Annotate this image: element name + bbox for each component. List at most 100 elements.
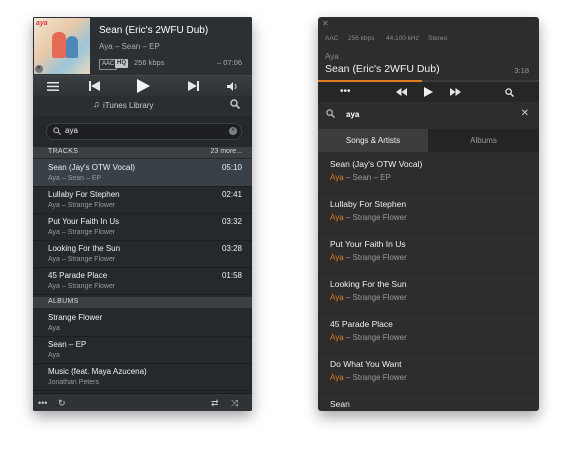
close-icon[interactable]: × (35, 65, 43, 73)
search-input[interactable]: aya ✕ (318, 105, 539, 125)
clear-icon[interactable]: × (229, 127, 237, 135)
result-subtitle: Aya – Strange Flower (330, 253, 407, 262)
bitrate-label: 256 kbps (134, 58, 165, 67)
transport-controls (33, 75, 252, 97)
more-icon[interactable]: ••• (340, 82, 351, 102)
more-icon[interactable]: ••• (38, 394, 47, 411)
result-subtitle: Aya – Strange Flower (330, 293, 407, 302)
now-playing-title: Sean (Eric's 2WFU Dub) (99, 25, 209, 36)
result-album: Strange Flower (352, 253, 407, 262)
album-artist: Jonathan Peters (48, 379, 99, 386)
next-icon[interactable] (185, 76, 201, 96)
search-icon (326, 109, 336, 120)
result-album: Strange Flower (352, 213, 407, 222)
transport-controls: ••• (318, 82, 539, 102)
result-row[interactable]: Sean (318, 393, 539, 411)
result-album: Strange Flower (352, 333, 407, 342)
now-playing-artist: Aya (325, 52, 339, 61)
play-icon[interactable] (424, 82, 433, 102)
elapsed-time: 3:18 (514, 66, 529, 75)
track-duration: 01:58 (221, 271, 242, 280)
track-duration: 03:32 (221, 217, 242, 226)
meta-samplerate: 44.100 kHz (386, 35, 419, 42)
result-title: Sean (Jay's OTW Vocal) (330, 159, 423, 169)
result-row[interactable]: Sean (Jay's OTW Vocal) Aya – Sean – EP (318, 153, 539, 194)
search-icon[interactable] (505, 82, 515, 102)
albums-header: ALBUMS (48, 298, 79, 305)
track-row[interactable]: Put Your Faith In Us Aya – Strange Flower… (33, 213, 252, 241)
tab-albums[interactable]: Albums (428, 129, 539, 152)
result-title: Lullaby For Stephen (330, 199, 407, 209)
album-art-figure (52, 32, 66, 58)
result-artist: Aya (330, 293, 344, 302)
menu-icon[interactable] (45, 76, 61, 96)
result-title: Looking For the Sun (330, 279, 407, 289)
album-row[interactable]: Music (feat. Maya Azucena) Jonathan Peter… (33, 363, 252, 391)
track-duration: 05:10 (221, 163, 242, 172)
result-row[interactable]: Put Your Faith In Us Aya – Strange Flower (318, 233, 539, 274)
result-title: 45 Parade Place (330, 319, 393, 329)
search-icon[interactable] (230, 99, 241, 112)
fast-forward-icon[interactable] (450, 82, 461, 102)
album-art[interactable]: aya × (34, 18, 90, 74)
track-row[interactable]: Lullaby For Stephen Aya – Strange Flower 0… (33, 186, 252, 214)
result-row[interactable]: Looking For the Sun Aya – Strange Flower (318, 273, 539, 314)
rewind-icon[interactable] (396, 82, 407, 102)
result-artist: Aya (330, 253, 344, 262)
result-subtitle: Aya – Strange Flower (330, 333, 407, 342)
result-subtitle: Aya – Strange Flower (330, 213, 407, 222)
now-playing-header: aya × Sean (Eric's 2WFU Dub) Aya – Sean … (33, 17, 252, 75)
track-title: Lullaby For Stephen (48, 190, 120, 199)
album-art-text: aya (36, 20, 48, 27)
result-tabs: Songs & Artists Albums (318, 129, 539, 152)
clear-icon[interactable]: ✕ (521, 108, 529, 119)
result-separator: – (343, 373, 353, 382)
track-row[interactable]: Sean (Jay's OTW Vocal) Aya – Sean – EP 05:… (33, 159, 252, 187)
music-note-icon: ♫ (93, 99, 100, 109)
previous-icon[interactable] (86, 76, 102, 96)
bottom-toolbar: ••• ↻ ⇄ ⤨ (33, 393, 252, 411)
result-row[interactable]: 45 Parade Place Aya – Strange Flower (318, 313, 539, 354)
volume-icon[interactable] (224, 76, 240, 96)
search-icon (53, 125, 62, 137)
search-input[interactable]: aya × (46, 123, 242, 140)
album-art-figure (66, 36, 78, 58)
result-album: Strange Flower (352, 373, 407, 382)
shuffle-icon[interactable]: ⤨ (231, 394, 238, 411)
tracks-more-link[interactable]: 23 more... (210, 148, 242, 155)
library-selector[interactable]: ♫ iTunes Library (33, 96, 252, 116)
track-duration: 03:28 (221, 244, 242, 253)
quality-badge: HQ (115, 59, 128, 68)
album-row[interactable]: Strange Flower Aya (33, 309, 252, 337)
result-row[interactable]: Do What You Want Aya – Strange Flower (318, 353, 539, 394)
track-subtitle: Aya – Strange Flower (48, 256, 116, 263)
track-row[interactable]: Looking For the Sun Aya – Strange Flower 0… (33, 240, 252, 268)
search-value: aya (346, 110, 360, 119)
album-artist: Aya (48, 352, 60, 359)
tracks-section-header: TRACKS 23 more... (33, 147, 252, 158)
library-label: iTunes Library (103, 101, 154, 110)
repeat-icon[interactable]: ⇄ (211, 394, 219, 411)
remaining-time: – 07:06 (216, 58, 242, 67)
albums-section-header: ALBUMS (33, 297, 252, 308)
track-duration: 02:41 (221, 190, 242, 199)
search-value: aya (65, 126, 78, 135)
play-icon[interactable] (134, 76, 152, 96)
tab-songs-artists[interactable]: Songs & Artists (318, 129, 428, 152)
meta-bitrate: 256 kbps (348, 35, 375, 42)
track-title: 45 Parade Place (48, 271, 108, 280)
meta-channels: Stereo (428, 35, 448, 42)
tracks-header: TRACKS (48, 148, 79, 155)
track-row[interactable]: 45 Parade Place Aya – Strange Flower 01:58 (33, 267, 252, 295)
result-separator: – (343, 213, 353, 222)
album-title: Music (feat. Maya Azucena) (48, 367, 147, 376)
result-title: Put Your Faith In Us (330, 239, 406, 249)
close-icon[interactable]: ✕ (322, 19, 329, 28)
track-title: Put Your Faith In Us (48, 217, 120, 226)
track-title: Sean (Jay's OTW Vocal) (48, 163, 135, 172)
album-artist: Aya (48, 325, 60, 332)
result-row[interactable]: Lullaby For Stephen Aya – Strange Flower (318, 193, 539, 234)
result-artist: Aya (330, 333, 344, 342)
album-row[interactable]: Sean – EP Aya (33, 336, 252, 364)
refresh-icon[interactable]: ↻ (58, 394, 66, 411)
